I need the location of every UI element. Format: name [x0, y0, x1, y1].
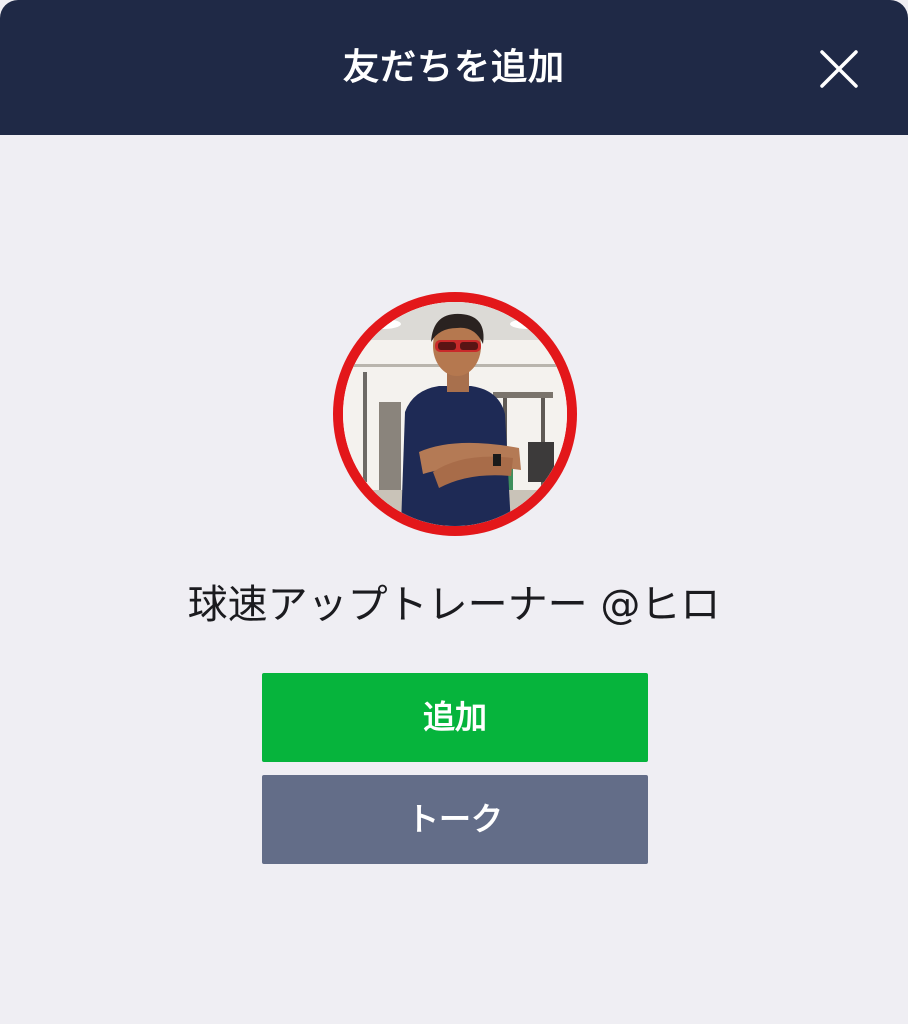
add-friend-dialog: 友だちを追加 球速アップトレーナー @ヒロ 追加 トーク — [0, 0, 908, 1024]
add-friend-button[interactable]: 追加 — [262, 673, 648, 762]
avatar[interactable] — [343, 302, 567, 526]
dialog-header: 友だちを追加 — [0, 0, 908, 135]
avatar-ring — [333, 292, 577, 536]
close-icon — [820, 50, 858, 88]
close-button[interactable] — [808, 38, 870, 100]
dialog-title: 友だちを追加 — [342, 47, 565, 88]
talk-button[interactable]: トーク — [262, 775, 648, 864]
profile-name: 球速アップトレーナー @ヒロ — [187, 582, 721, 628]
profile-photo — [343, 302, 567, 526]
